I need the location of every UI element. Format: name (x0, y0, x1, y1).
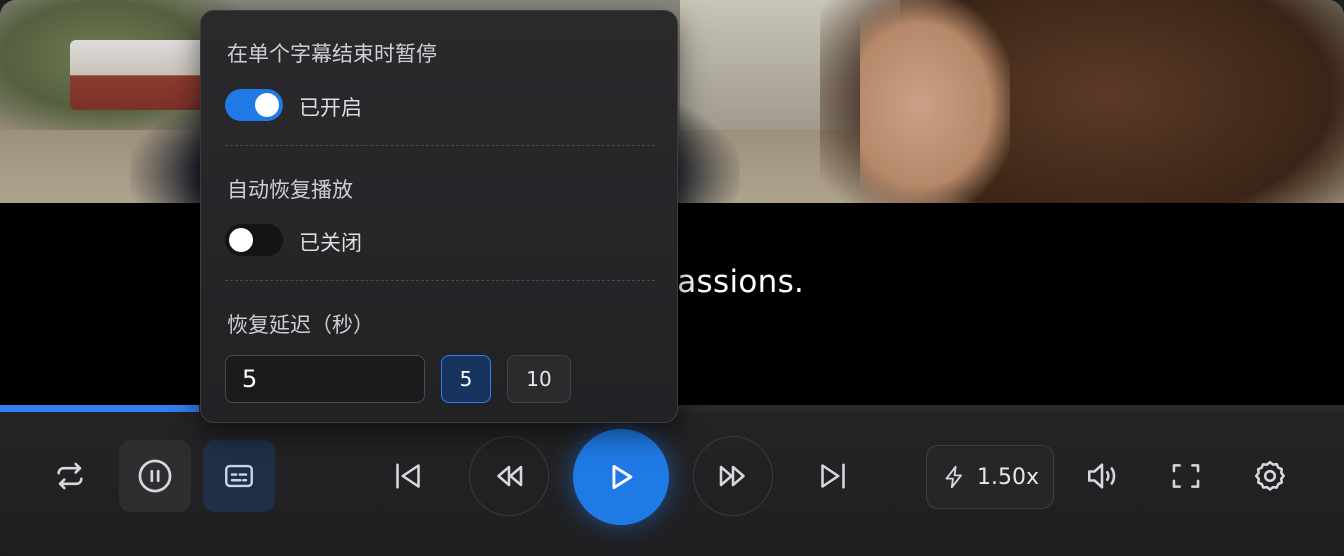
previous-button[interactable] (372, 440, 444, 512)
subtitle-settings-button[interactable] (203, 440, 275, 512)
auto-resume-toggle[interactable] (225, 224, 283, 256)
playback-speed-button[interactable]: 1.50x (926, 445, 1054, 509)
play-icon (612, 464, 633, 490)
divider (225, 280, 655, 281)
pause-button[interactable] (119, 440, 191, 512)
auto-resume-title: 自动恢复播放 (227, 178, 353, 202)
resume-delay-title: 恢复延迟（秒） (227, 313, 374, 337)
control-bar: 1.50x (0, 412, 1344, 556)
rewind-button[interactable] (469, 436, 549, 516)
pause-at-end-state: 已开启 (299, 96, 362, 120)
pause-circle-icon (138, 459, 172, 493)
lightning-icon (945, 465, 962, 489)
playback-speed-label: 1.50x (976, 464, 1039, 490)
gear-icon (1254, 460, 1285, 491)
subtitle-settings-popover: 在单个字幕结束时暂停 已开启 自动恢复播放 已关闭 恢复延迟（秒） 5 5 10 (200, 10, 678, 423)
pause-at-end-title: 在单个字幕结束时暂停 (227, 42, 437, 66)
skip-previous-icon (396, 463, 420, 489)
delay-option-5[interactable]: 5 (441, 355, 491, 403)
settings-button[interactable] (1234, 440, 1306, 512)
fast-forward-icon (719, 465, 745, 487)
subtitle-icon (225, 464, 253, 488)
volume-button[interactable] (1066, 440, 1138, 512)
divider (225, 145, 655, 146)
video-person-face (860, 0, 1010, 203)
skip-next-icon (821, 463, 845, 489)
toggle-knob (229, 228, 253, 252)
pause-at-end-toggle[interactable] (225, 89, 283, 121)
progress-fill (0, 405, 199, 412)
next-button[interactable] (797, 440, 869, 512)
repeat-icon (57, 462, 83, 490)
toggle-knob (255, 93, 279, 117)
play-button[interactable] (573, 429, 669, 525)
video-player: ow our passions. (0, 0, 1344, 556)
fullscreen-icon (1172, 464, 1200, 488)
fast-forward-button[interactable] (693, 436, 773, 516)
volume-icon (1087, 463, 1116, 489)
fullscreen-button[interactable] (1150, 440, 1222, 512)
resume-delay-input[interactable]: 5 (225, 355, 425, 403)
auto-resume-state: 已关闭 (299, 231, 362, 255)
loop-button[interactable] (34, 440, 106, 512)
rewind-icon (497, 465, 523, 487)
delay-option-10[interactable]: 10 (507, 355, 571, 403)
